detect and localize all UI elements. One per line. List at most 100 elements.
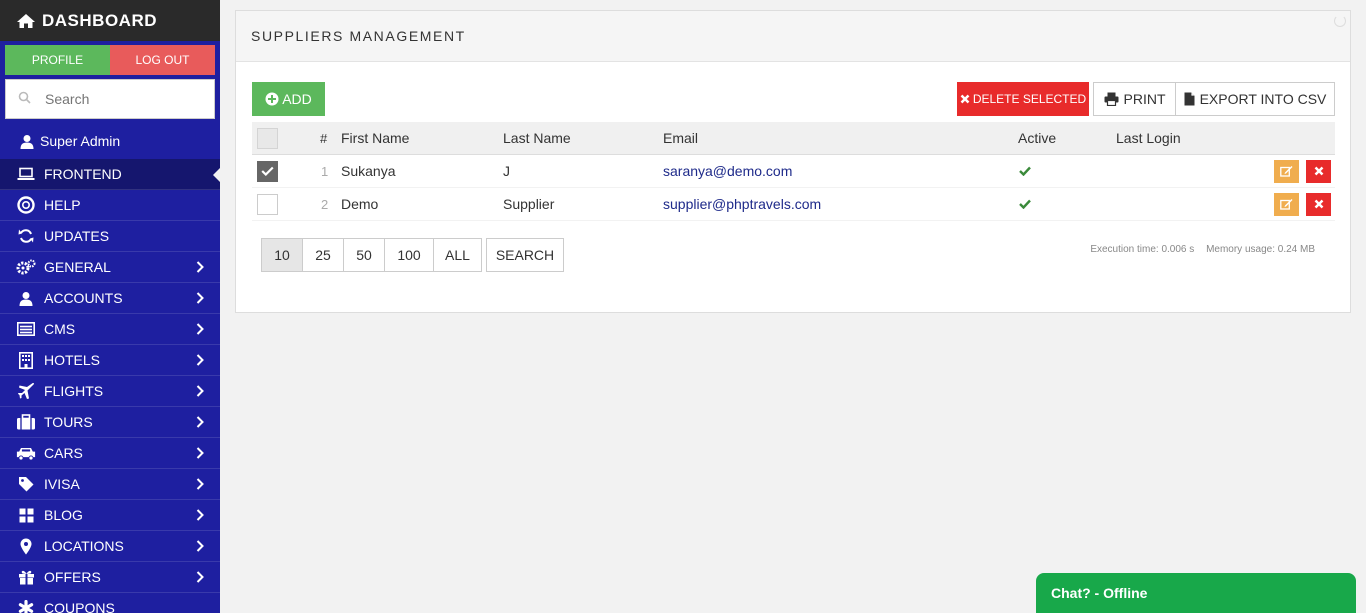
page-size-10[interactable]: 10 xyxy=(261,238,303,272)
table-header-row: # First Name Last Name Email Active Last… xyxy=(252,122,1335,155)
nav-label: TOURS xyxy=(44,414,93,430)
nav-tours[interactable]: TOURS xyxy=(0,407,220,438)
nav-label: CARS xyxy=(44,445,83,461)
chevron-right-icon xyxy=(196,447,204,459)
edit-icon xyxy=(1280,166,1293,177)
delete-selected-button[interactable]: DELETE SELECTED xyxy=(957,82,1089,116)
nav-label: HELP xyxy=(44,197,81,213)
file-icon xyxy=(1184,92,1195,106)
nav-label: FLIGHTS xyxy=(44,383,104,399)
memory-usage: Memory usage: 0.24 MB xyxy=(1206,244,1315,255)
nav-updates[interactable]: UPDATES xyxy=(0,221,220,252)
user-icon xyxy=(16,291,36,306)
row-checkbox[interactable] xyxy=(257,193,278,215)
nav-blog[interactable]: BLOG xyxy=(0,500,220,531)
page-size-25[interactable]: 25 xyxy=(302,238,344,272)
building-icon xyxy=(16,351,36,369)
cogs-icon xyxy=(16,259,36,275)
map-marker-icon xyxy=(16,538,36,555)
sidebar: DASHBOARD PROFILE LOG OUT Super Admin FR… xyxy=(0,0,220,613)
col-last-login[interactable]: Last Login xyxy=(1116,122,1181,154)
plus-circle-icon xyxy=(265,92,279,106)
nav-label: OFFERS xyxy=(44,569,101,585)
nav-frontend[interactable]: FRONTEND xyxy=(0,159,220,190)
row-first-name: Sukanya xyxy=(341,163,396,179)
row-select-cell xyxy=(257,188,278,220)
row-email-link[interactable]: supplier@phptravels.com xyxy=(663,188,821,220)
nav-hotels[interactable]: HOTELS xyxy=(0,345,220,376)
nav-help[interactable]: HELP xyxy=(0,190,220,221)
chevron-right-icon xyxy=(196,478,204,490)
car-icon xyxy=(16,446,36,461)
asterisk-icon xyxy=(16,600,36,613)
nav-flights[interactable]: FLIGHTS xyxy=(0,376,220,407)
delete-button[interactable] xyxy=(1306,159,1331,183)
col-active[interactable]: Active xyxy=(1018,122,1056,154)
nav-cms[interactable]: CMS xyxy=(0,314,220,345)
nav-label: CMS xyxy=(44,321,76,337)
edit-button[interactable] xyxy=(1274,192,1299,216)
close-icon xyxy=(1314,199,1323,209)
chevron-right-icon xyxy=(196,509,204,521)
nav-general[interactable]: GENERAL xyxy=(0,252,220,283)
col-last-name[interactable]: Last Name xyxy=(503,122,571,154)
row-last-name: J xyxy=(503,163,510,179)
refresh-icon xyxy=(16,228,36,244)
edit-button[interactable] xyxy=(1274,159,1299,183)
nav-offers[interactable]: OFFERS xyxy=(0,562,220,593)
laptop-icon xyxy=(16,167,36,181)
list-icon xyxy=(16,322,36,336)
search-input[interactable] xyxy=(45,91,195,107)
dashboard-brand[interactable]: DASHBOARD xyxy=(0,0,220,41)
brand-title: DASHBOARD xyxy=(42,10,157,30)
chevron-right-icon xyxy=(196,385,204,397)
chevron-right-icon xyxy=(196,261,204,273)
nav-label: COUPONS xyxy=(44,600,115,613)
add-button[interactable]: ADD xyxy=(252,82,325,116)
table-row: 1 Sukanya J saranya@demo.com xyxy=(252,155,1335,188)
panel-header: SUPPLIERS MANAGEMENT xyxy=(236,11,1350,62)
row-email-link[interactable]: saranya@demo.com xyxy=(663,155,792,187)
nav-label: FRONTEND xyxy=(44,166,122,182)
page-size-all[interactable]: ALL xyxy=(433,238,482,272)
chevron-right-icon xyxy=(196,571,204,583)
lifebuoy-icon xyxy=(16,196,36,214)
add-label: ADD xyxy=(282,91,312,107)
nav-coupons[interactable]: COUPONS xyxy=(0,593,220,613)
page-size-50[interactable]: 50 xyxy=(343,238,385,272)
row-last-name: Supplier xyxy=(503,196,555,212)
row-num: 2 xyxy=(321,196,329,212)
logout-button[interactable]: LOG OUT xyxy=(110,45,215,75)
page-size-100[interactable]: 100 xyxy=(384,238,434,272)
print-button[interactable]: PRINT xyxy=(1093,82,1176,116)
nav-label: UPDATES xyxy=(44,228,110,244)
gift-icon xyxy=(16,569,36,585)
tag-icon xyxy=(16,476,36,492)
delete-button[interactable] xyxy=(1306,192,1331,216)
active-check-icon xyxy=(1019,188,1031,220)
nav-label: GENERAL xyxy=(44,259,111,275)
col-first-name[interactable]: First Name xyxy=(341,122,409,154)
nav-ivisa[interactable]: IVISA xyxy=(0,469,220,500)
nav-cars[interactable]: CARS xyxy=(0,438,220,469)
chat-widget[interactable]: Chat? - Offline xyxy=(1036,573,1356,613)
nav-accounts[interactable]: ACCOUNTS xyxy=(0,283,220,314)
nav-locations[interactable]: LOCATIONS xyxy=(0,531,220,562)
row-first-name: Demo xyxy=(341,196,379,212)
table-search-button[interactable]: SEARCH xyxy=(486,238,564,272)
current-user[interactable]: Super Admin xyxy=(0,123,220,159)
suppliers-table: # First Name Last Name Email Active Last… xyxy=(252,122,1335,221)
col-email[interactable]: Email xyxy=(663,122,698,154)
export-csv-button[interactable]: EXPORT INTO CSV xyxy=(1175,82,1335,116)
home-icon xyxy=(16,13,36,29)
suppliers-panel: SUPPLIERS MANAGEMENT ADD DELETE SELECTED… xyxy=(235,10,1351,313)
user-icon xyxy=(20,134,34,149)
nav-label: IVISA xyxy=(44,476,80,492)
search-icon xyxy=(18,91,31,107)
profile-button[interactable]: PROFILE xyxy=(5,45,110,75)
loading-spinner-icon xyxy=(1334,15,1346,27)
row-checkbox[interactable] xyxy=(257,160,278,182)
csv-label: EXPORT INTO CSV xyxy=(1199,91,1327,107)
select-all-checkbox[interactable] xyxy=(257,127,278,149)
nav-label: ACCOUNTS xyxy=(44,290,123,306)
